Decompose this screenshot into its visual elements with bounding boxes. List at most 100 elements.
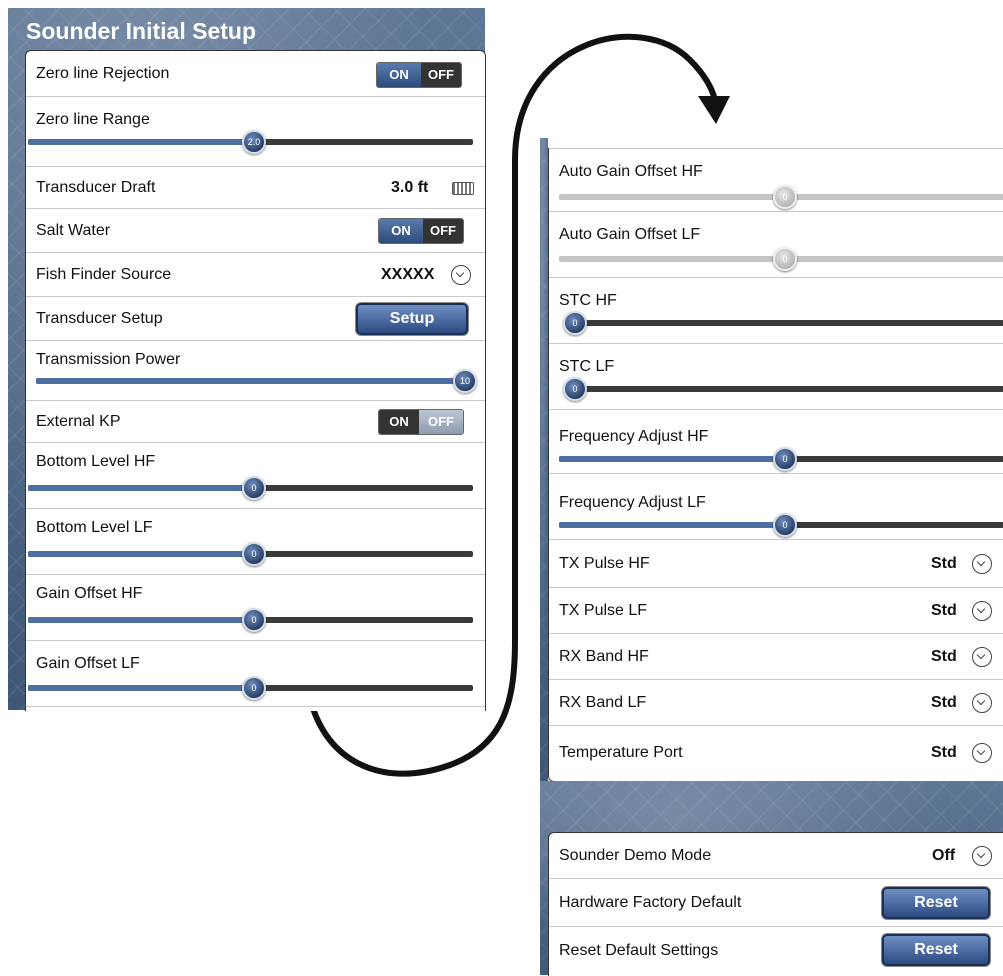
rx-band-lf-label: RX Band LF	[559, 693, 647, 711]
rx-band-hf-value: Std	[931, 648, 957, 665]
stc-lf-slider[interactable]: 0	[563, 377, 1003, 401]
tx-pulse-lf-label: TX Pulse LF	[559, 601, 648, 619]
zero-line-range-row: Zero line Range 2.0	[26, 97, 485, 167]
auto-gain-offset-lf-slider: 0	[559, 247, 1003, 271]
frequency-adjust-hf-slider[interactable]: 0	[559, 447, 1003, 471]
bottom-level-lf-row: Bottom Level LF 0	[26, 509, 485, 575]
hardware-reset-button[interactable]: Reset	[882, 887, 990, 919]
keyboard-icon[interactable]	[452, 182, 474, 195]
hardware-factory-default-row: Hardware Factory Default Reset	[549, 879, 1003, 927]
slider-knob[interactable]: 0	[563, 311, 587, 335]
external-kp-toggle[interactable]: ON OFF	[378, 409, 464, 435]
sounder-demo-mode-value: Off	[932, 847, 956, 864]
stc-lf-row: STC LF 0	[549, 344, 1003, 410]
toggle-on[interactable]: ON	[379, 219, 423, 243]
fish-finder-source-row[interactable]: Fish Finder Source XXXXX	[26, 253, 485, 297]
panel-edge	[540, 138, 548, 781]
reset-default-settings-label: Reset Default Settings	[559, 942, 719, 959]
tx-pulse-hf-value: Std	[931, 555, 957, 572]
stc-lf-label: STC LF	[559, 358, 615, 375]
slider-knob[interactable]: 0	[773, 447, 797, 471]
chevron-down-icon[interactable]	[972, 743, 992, 763]
chevron-down-icon[interactable]	[451, 265, 471, 285]
hardware-factory-default-label: Hardware Factory Default	[559, 893, 742, 911]
toggle-off[interactable]: OFF	[423, 219, 463, 243]
auto-gain-offset-hf-label: Auto Gain Offset HF	[559, 163, 703, 180]
fish-finder-source-label: Fish Finder Source	[36, 265, 172, 283]
gain-offset-hf-slider[interactable]: 0	[28, 608, 473, 632]
demo-settings-list: Sounder Demo Mode Off Hardware Factory D…	[548, 832, 1003, 976]
slider-knob[interactable]: 0	[563, 377, 587, 401]
chevron-down-icon[interactable]	[972, 601, 992, 621]
zero-line-rejection-row: Zero line Rejection ON OFF	[26, 51, 485, 97]
tx-pulse-lf-value: Std	[931, 602, 957, 619]
frequency-adjust-lf-slider[interactable]: 0	[559, 513, 1003, 537]
transducer-draft-label: Transducer Draft	[36, 178, 156, 196]
slider-knob[interactable]: 0	[242, 476, 266, 500]
bottom-level-lf-slider[interactable]: 0	[28, 542, 473, 566]
sounder-demo-mode-row[interactable]: Sounder Demo Mode Off	[549, 833, 1003, 879]
chevron-down-icon[interactable]	[972, 647, 992, 667]
slider-knob[interactable]: 0	[242, 676, 266, 700]
stc-hf-slider[interactable]: 0	[563, 311, 1003, 335]
stc-hf-label: STC HF	[559, 292, 617, 309]
bottom-level-lf-label: Bottom Level LF	[36, 519, 153, 536]
auto-gain-offset-lf-label: Auto Gain Offset LF	[559, 226, 701, 243]
setup-button[interactable]: Setup	[356, 303, 468, 335]
salt-water-toggle[interactable]: ON OFF	[378, 218, 464, 244]
toggle-off[interactable]: OFF	[419, 410, 463, 434]
temperature-port-row[interactable]: Temperature Port Std	[549, 726, 1003, 780]
gain-offset-hf-row: Gain Offset HF 0	[26, 575, 485, 641]
tx-pulse-hf-row[interactable]: TX Pulse HF Std	[549, 540, 1003, 588]
frequency-adjust-lf-label: Frequency Adjust LF	[559, 494, 706, 511]
slider-knob[interactable]: 0	[242, 608, 266, 632]
fish-finder-source-value: XXXXX	[381, 266, 435, 283]
chevron-down-icon[interactable]	[972, 846, 992, 866]
slider-knob[interactable]: 0	[773, 513, 797, 537]
zero-line-range-label: Zero line Range	[36, 111, 150, 128]
tx-pulse-lf-row[interactable]: TX Pulse LF Std	[549, 588, 1003, 634]
transmission-power-label: Transmission Power	[36, 351, 181, 368]
auto-gain-offset-lf-row: Auto Gain Offset LF 0	[549, 212, 1003, 278]
slider-knob[interactable]: 2.0	[242, 130, 266, 154]
gain-offset-lf-label: Gain Offset LF	[36, 655, 140, 672]
zero-line-rejection-toggle[interactable]: ON OFF	[376, 62, 462, 88]
frequency-adjust-lf-row: Frequency Adjust LF 0	[549, 474, 1003, 540]
salt-water-row: Salt Water ON OFF	[26, 209, 485, 253]
toggle-off[interactable]: OFF	[421, 63, 461, 87]
transducer-draft-row[interactable]: Transducer Draft 3.0 ft	[26, 167, 485, 209]
auto-gain-offset-hf-row: Auto Gain Offset HF 0	[549, 148, 1003, 212]
slider-knob[interactable]: 10	[453, 369, 477, 393]
rx-band-lf-row[interactable]: RX Band LF Std	[549, 680, 1003, 726]
reset-defaults-button[interactable]: Reset	[882, 934, 990, 966]
tx-pulse-hf-label: TX Pulse HF	[559, 554, 650, 572]
external-kp-row: External KP ON OFF	[26, 401, 485, 443]
salt-water-label: Salt Water	[36, 221, 111, 239]
zero-line-range-slider[interactable]: 2.0	[28, 130, 473, 154]
chevron-down-icon[interactable]	[972, 554, 992, 574]
settings-list: Zero line Rejection ON OFF Zero line Ran…	[25, 50, 486, 711]
rx-band-lf-value: Std	[931, 694, 957, 711]
toggle-on[interactable]: ON	[379, 410, 419, 434]
frequency-adjust-hf-row: Frequency Adjust HF 0	[549, 410, 1003, 474]
external-kp-label: External KP	[36, 412, 121, 430]
temperature-port-label: Temperature Port	[559, 744, 683, 761]
gain-offset-hf-label: Gain Offset HF	[36, 585, 143, 602]
slider-knob[interactable]: 0	[242, 542, 266, 566]
transmission-power-slider[interactable]: 10	[36, 369, 477, 393]
stc-hf-row: STC HF 0	[549, 278, 1003, 344]
bottom-level-hf-row: Bottom Level HF 0	[26, 443, 485, 509]
gain-offset-lf-slider[interactable]: 0	[28, 676, 473, 700]
rx-band-hf-row[interactable]: RX Band HF Std	[549, 634, 1003, 680]
toggle-on[interactable]: ON	[377, 63, 421, 87]
transducer-draft-value: 3.0 ft	[391, 179, 429, 196]
page-title: Sounder Initial Setup	[26, 18, 257, 44]
sounder-demo-mode-label: Sounder Demo Mode	[559, 846, 712, 864]
bottom-level-hf-slider[interactable]: 0	[28, 476, 473, 500]
zero-line-rejection-label: Zero line Rejection	[36, 64, 170, 82]
slider-knob: 0	[773, 185, 797, 209]
rx-band-hf-label: RX Band HF	[559, 647, 649, 665]
chevron-down-icon[interactable]	[972, 693, 992, 713]
frequency-adjust-hf-label: Frequency Adjust HF	[559, 428, 709, 445]
reset-default-settings-row: Reset Default Settings Reset	[549, 927, 1003, 975]
